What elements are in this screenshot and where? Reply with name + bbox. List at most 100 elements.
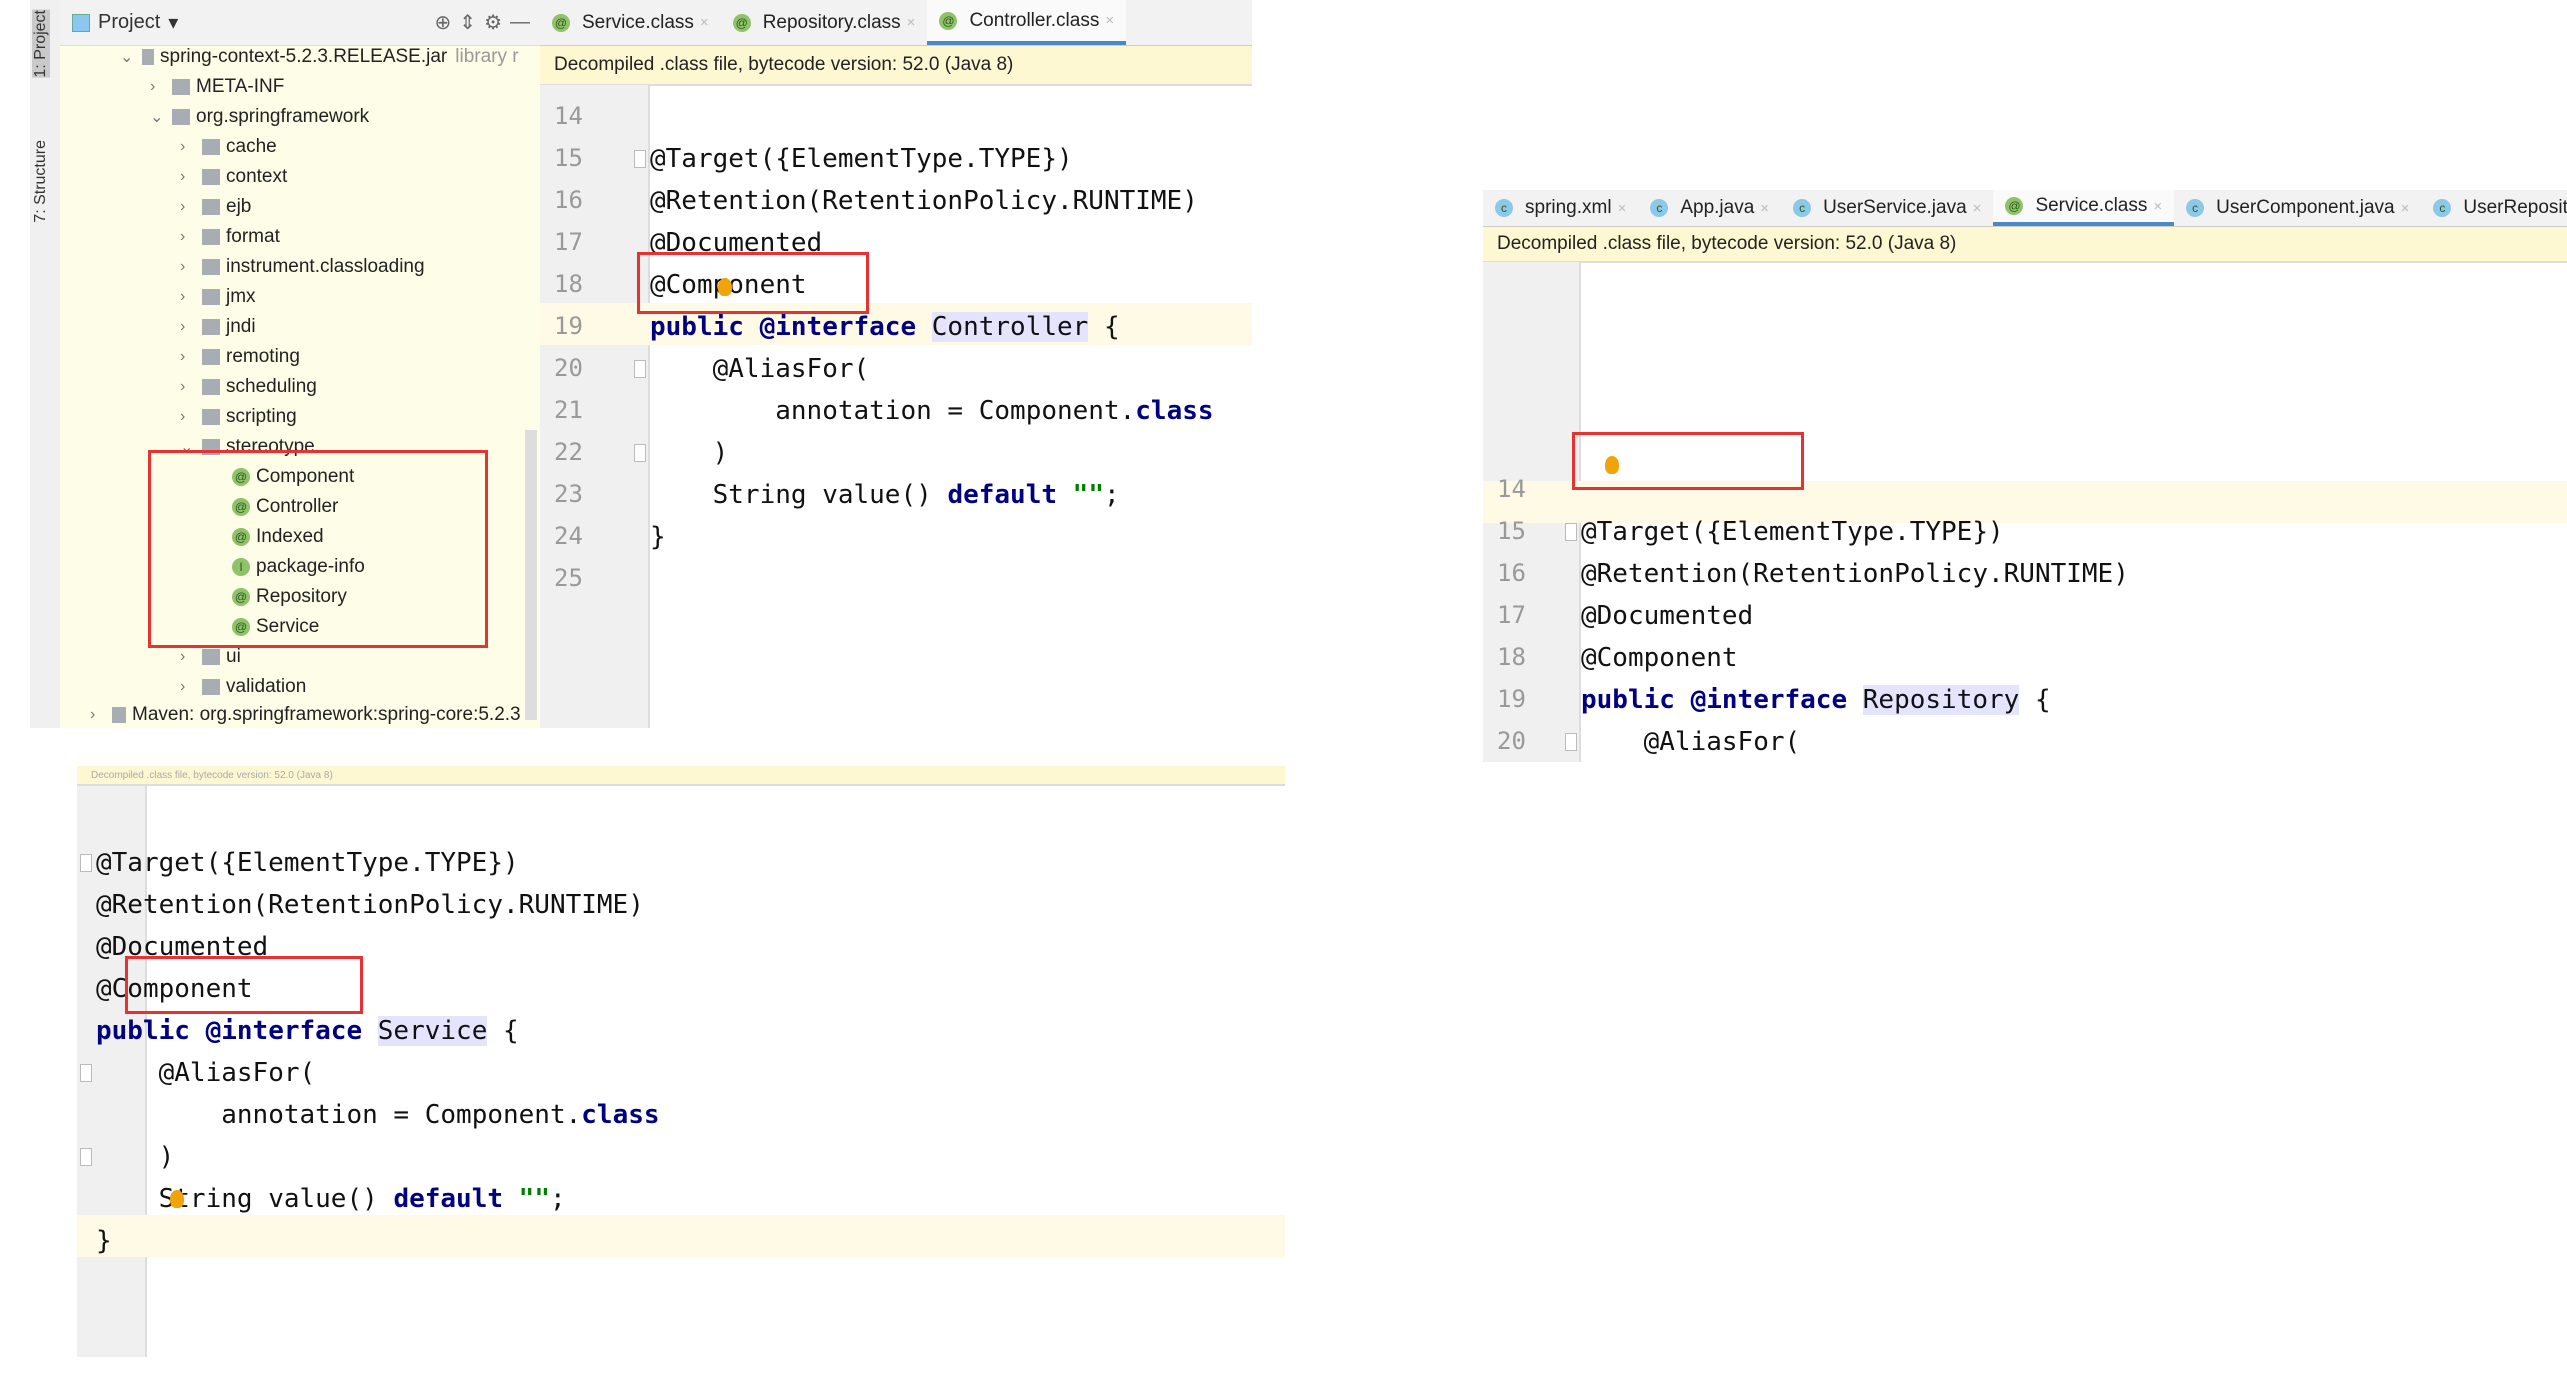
tab-label: UserService.java: [1823, 197, 1967, 218]
jar-label: spring-context-5.2.3.RELEASE.jar: [160, 46, 448, 67]
tree-item-label: scheduling: [226, 376, 317, 397]
scrollbar[interactable]: [525, 430, 537, 720]
line-number: 15: [554, 144, 583, 172]
fold-icon[interactable]: [1565, 733, 1577, 751]
code-line: @Target({ElementType.TYPE}): [96, 842, 519, 884]
fold-icon[interactable]: [80, 854, 92, 872]
expand-arrow-icon[interactable]: ›: [180, 678, 202, 696]
tree-item-cache[interactable]: › cache: [180, 132, 277, 162]
tab-userservice-java[interactable]: c UserService.java ×: [1781, 190, 1993, 226]
tab-repository-class[interactable]: @ Repository.class ×: [721, 0, 928, 45]
expand-arrow-icon[interactable]: ⌄: [150, 107, 172, 127]
close-icon[interactable]: ×: [2401, 200, 2410, 217]
code-line: @Component: [1581, 637, 1738, 679]
tree-item-jar[interactable]: ⌄ spring-context-5.2.3.RELEASE.jar libra…: [120, 42, 519, 72]
tree-item-meta-inf[interactable]: › META-INF: [150, 72, 284, 102]
fold-icon[interactable]: [634, 150, 646, 168]
line-number: 17: [554, 228, 583, 256]
expand-arrow-icon[interactable]: ›: [180, 168, 202, 186]
expand-arrow-icon[interactable]: ⌄: [120, 47, 142, 67]
fold-icon[interactable]: [80, 1148, 92, 1166]
line-number: 25: [554, 564, 583, 592]
tree-item-scripting[interactable]: › scripting: [180, 402, 297, 432]
code-token: ;: [1103, 480, 1120, 510]
expand-arrow-icon[interactable]: ›: [180, 138, 202, 156]
chevron-down-icon[interactable]: ▾: [168, 10, 178, 35]
gear-icon[interactable]: ⚙: [484, 10, 502, 35]
expand-arrow-icon[interactable]: ›: [180, 318, 202, 336]
expand-arrow-icon[interactable]: ›: [180, 378, 202, 396]
intention-bulb-icon[interactable]: [1605, 456, 1619, 474]
expand-arrow-icon[interactable]: ›: [180, 228, 202, 246]
annotation-icon: @: [552, 13, 570, 32]
close-icon[interactable]: ×: [907, 14, 916, 31]
tab-service-class[interactable]: @ Service.class ×: [1993, 190, 2175, 226]
editor-tabs: @ Service.class × @ Repository.class × @ Contro…: [540, 0, 1252, 46]
close-icon[interactable]: ×: [2153, 198, 2162, 215]
tree-item-ejb[interactable]: › ejb: [180, 192, 251, 222]
tab-spring-xml[interactable]: c spring.xml ×: [1483, 190, 1638, 226]
code-line: @Retention(RetentionPolicy.RUNTIME): [1581, 553, 2129, 595]
expand-arrow-icon[interactable]: ›: [180, 198, 202, 216]
tab-controller-class[interactable]: @ Controller.class ×: [927, 0, 1127, 45]
tree-item-label: org.springframework: [196, 106, 370, 127]
structure-tool-button[interactable]: 7: Structure: [32, 140, 50, 223]
expand-arrow-icon[interactable]: ›: [180, 348, 202, 366]
tab-userreposit[interactable]: cUserReposit×: [2421, 190, 2567, 226]
expand-arrow-icon[interactable]: ›: [150, 78, 172, 96]
fold-icon[interactable]: [1565, 523, 1577, 541]
tab-app-java[interactable]: c App.java ×: [1638, 190, 1781, 226]
close-icon[interactable]: ×: [1973, 200, 1982, 217]
close-icon[interactable]: ×: [1618, 200, 1627, 217]
expand-arrow-icon[interactable]: ›: [180, 288, 202, 306]
expand-arrow-icon[interactable]: ›: [90, 706, 112, 724]
tree-item-validation[interactable]: › validation: [180, 672, 306, 702]
editor-service: Decompiled .class file, bytecode version…: [77, 766, 1285, 1357]
tree-item-label: jmx: [226, 286, 256, 307]
intention-bulb-icon[interactable]: [170, 1190, 184, 1208]
fold-icon[interactable]: [634, 360, 646, 378]
expand-arrow-icon[interactable]: ›: [180, 258, 202, 276]
expand-arrow-icon[interactable]: ›: [180, 408, 202, 426]
tree-item-jmx[interactable]: › jmx: [180, 282, 256, 312]
code-line: annotation = Component.class: [650, 390, 1213, 432]
intention-bulb-icon[interactable]: [718, 278, 732, 296]
line-number: 16: [1497, 559, 1526, 587]
close-icon[interactable]: ×: [1760, 200, 1769, 217]
tab-label: Service.class: [582, 11, 694, 33]
code-line: @Retention(RetentionPolicy.RUNTIME): [96, 884, 644, 926]
collapse-icon[interactable]: ⇕: [459, 10, 476, 35]
tree-item-scheduling[interactable]: › scheduling: [180, 372, 317, 402]
project-tool-button[interactable]: 1: Project: [32, 10, 50, 78]
code-token: @Component: [1581, 643, 1738, 673]
fold-icon[interactable]: [80, 1064, 92, 1082]
maven-label: Maven: org.springframework:spring-core:5…: [132, 704, 521, 725]
fold-icon[interactable]: [634, 444, 646, 462]
tab-service-class[interactable]: @ Service.class ×: [540, 0, 721, 45]
minimize-icon[interactable]: —: [510, 11, 530, 34]
code-line: public @interface Service {: [96, 1010, 519, 1052]
code-token: ): [712, 438, 729, 468]
expand-arrow-icon[interactable]: ›: [180, 648, 202, 666]
close-icon[interactable]: ×: [700, 14, 709, 31]
tree-item-maven[interactable]: › Maven: org.springframework:spring-core…: [90, 700, 521, 728]
tree-item-org-springframework[interactable]: ⌄ org.springframework: [150, 102, 369, 132]
tree-item-instrument-classloading[interactable]: › instrument.classloading: [180, 252, 425, 282]
tool-window-strip: 1: Project 7: Structure: [30, 0, 61, 728]
tree-item-format[interactable]: › format: [180, 222, 280, 252]
code-token: @interface: [1690, 685, 1848, 715]
close-icon[interactable]: ×: [1105, 12, 1114, 29]
line-number: 14: [1497, 475, 1526, 503]
tree-item-remoting[interactable]: › remoting: [180, 342, 300, 372]
project-title[interactable]: Project: [98, 11, 160, 34]
tree-item-context[interactable]: › context: [180, 162, 287, 192]
tree-item-jndi[interactable]: › jndi: [180, 312, 256, 342]
code-line: @AliasFor(: [1581, 721, 1801, 762]
locate-icon[interactable]: ⊕: [435, 10, 452, 35]
tab-usercomponent-java[interactable]: c UserComponent.java ×: [2174, 190, 2421, 226]
